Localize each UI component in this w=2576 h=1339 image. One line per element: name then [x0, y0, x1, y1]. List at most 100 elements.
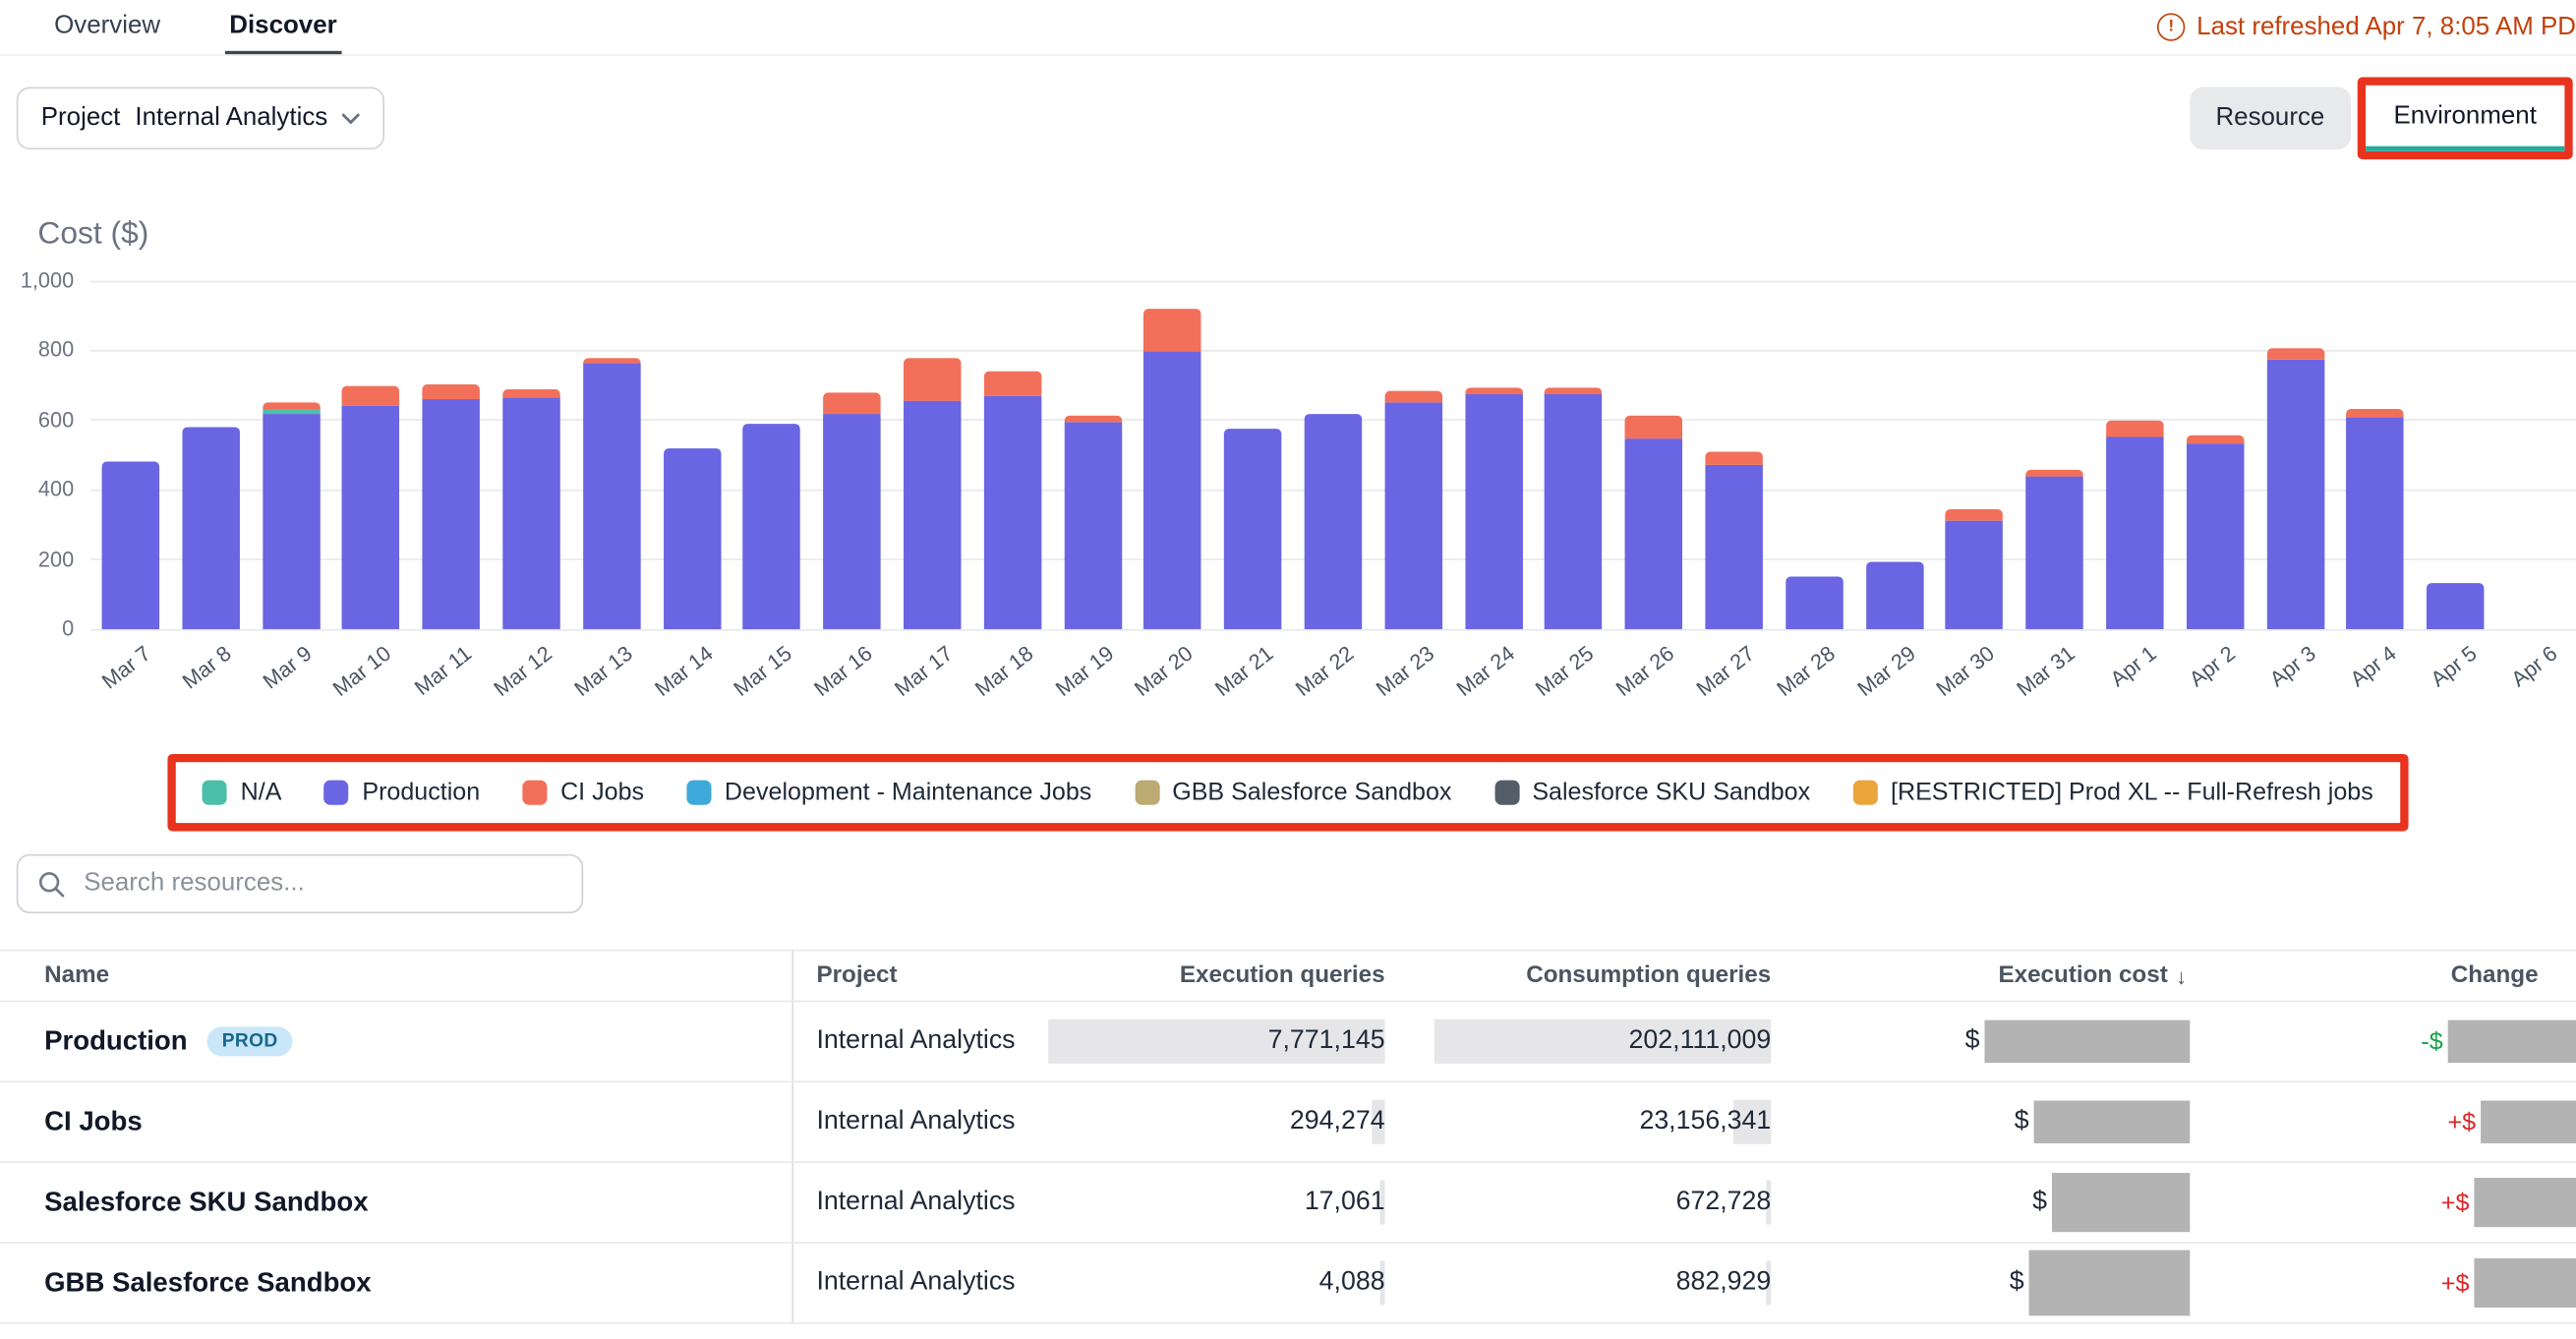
- bar-segment-production[interactable]: [663, 448, 720, 629]
- bar-segment-production[interactable]: [1705, 465, 1762, 628]
- bar-segment-production[interactable]: [904, 401, 961, 629]
- bar-segment-ci-jobs[interactable]: [263, 403, 320, 409]
- resource-name-link[interactable]: Salesforce SKU Sandbox: [44, 1187, 368, 1218]
- bar-segment-ci-jobs[interactable]: [502, 389, 559, 398]
- bar-segment-production[interactable]: [1305, 413, 1362, 629]
- bar-segment-production[interactable]: [1144, 352, 1201, 629]
- cost-currency-prefix: $: [2015, 1107, 2029, 1136]
- bar-segment-production[interactable]: [1946, 521, 2003, 629]
- bar-segment-ci-jobs[interactable]: [423, 383, 480, 399]
- x-tick-label: Mar 17: [890, 641, 958, 701]
- bar-segment-ci-jobs[interactable]: [823, 392, 880, 413]
- bar-segment-ci-jobs[interactable]: [2026, 469, 2083, 476]
- bar-segment-production[interactable]: [423, 399, 480, 629]
- column-header-execution-queries[interactable]: Execution queries: [1051, 951, 1388, 1000]
- legend-swatch: [324, 781, 349, 805]
- project-filter-dropdown[interactable]: Project Internal Analytics: [17, 87, 385, 149]
- resource-name-link[interactable]: GBB Salesforce Sandbox: [44, 1267, 371, 1299]
- bar-segment-production[interactable]: [2427, 584, 2484, 629]
- bar-segment-production[interactable]: [1786, 577, 1843, 629]
- bar-segment-production[interactable]: [263, 413, 320, 629]
- bar-segment-ci-jobs[interactable]: [342, 385, 399, 406]
- bar-segment-production[interactable]: [2106, 437, 2163, 629]
- x-tick-label: Mar 13: [569, 641, 637, 701]
- bar-segment-ci-jobs[interactable]: [1545, 387, 1602, 394]
- legend-item-gbb-salesforce-sandbox[interactable]: GBB Salesforce Sandbox: [1135, 779, 1452, 806]
- resource-button[interactable]: Resource: [2190, 87, 2351, 149]
- change-cell: +$: [2194, 1163, 2576, 1242]
- bar-segment-ci-jobs[interactable]: [983, 372, 1040, 396]
- column-header-execution-cost[interactable]: Execution cost↓: [1775, 951, 2194, 1000]
- resource-name-link[interactable]: Production: [44, 1025, 188, 1057]
- column-header-consumption-queries[interactable]: Consumption queries: [1388, 951, 1775, 1000]
- redacted-cost-value: [2052, 1173, 2190, 1232]
- bar-segment-ci-jobs[interactable]: [1144, 309, 1201, 352]
- project-value: Internal Analytics: [816, 1107, 1015, 1136]
- x-tick-label: Apr 3: [2265, 641, 2320, 692]
- search-input[interactable]: [81, 867, 562, 900]
- bar-segment-production[interactable]: [101, 462, 158, 629]
- bar-segment-ci-jobs[interactable]: [2187, 436, 2244, 442]
- table-row-salesforce-sku-sandbox[interactable]: Salesforce SKU SandboxInternal Analytics…: [0, 1163, 2576, 1244]
- bar-segment-production[interactable]: [2347, 417, 2404, 629]
- bar-segment-ci-jobs[interactable]: [1384, 390, 1441, 402]
- environment-button[interactable]: Environment: [2366, 86, 2564, 151]
- bar-segment-production[interactable]: [182, 428, 239, 629]
- bar-segment-n-a[interactable]: [263, 409, 320, 413]
- bar-segment-production[interactable]: [2187, 442, 2244, 628]
- bar-segment-production[interactable]: [823, 413, 880, 629]
- table-row-gbb-salesforce-sandbox[interactable]: GBB Salesforce Sandbox Internal Analytics…: [0, 1244, 2576, 1324]
- bar-segment-production[interactable]: [2266, 359, 2323, 629]
- bar-segment-production[interactable]: [502, 397, 559, 629]
- bar-segment-production[interactable]: [583, 363, 640, 629]
- legend-item-production[interactable]: Production: [324, 779, 480, 806]
- resource-name-cell: Salesforce SKU Sandbox: [0, 1163, 793, 1242]
- bar-segment-production[interactable]: [983, 396, 1040, 629]
- bar-segment-ci-jobs[interactable]: [2347, 410, 2404, 417]
- project-cell: Internal Analytics: [793, 1002, 1051, 1080]
- bar-segment-production[interactable]: [1064, 422, 1121, 629]
- bar-segment-production[interactable]: [1625, 439, 1682, 629]
- bar-segment-production[interactable]: [1384, 403, 1441, 629]
- x-tick-label: Apr 2: [2185, 641, 2240, 692]
- legend-item-n-a[interactable]: N/A: [203, 779, 281, 806]
- bar-segment-production[interactable]: [1465, 394, 1522, 629]
- bar-segment-ci-jobs[interactable]: [904, 358, 961, 401]
- bar-segment-ci-jobs[interactable]: [1625, 415, 1682, 439]
- legend-item-restricted-prod-xl-full-refresh-jobs[interactable]: [RESTRICTED] Prod XL -- Full-Refresh job…: [1853, 779, 2373, 806]
- bar-segment-production[interactable]: [1224, 429, 1281, 629]
- discover-page: Overview Discover ! Last refreshed Apr 7…: [0, 0, 2576, 1339]
- bar-segment-production[interactable]: [1545, 394, 1602, 629]
- x-tick-label: Mar 22: [1291, 641, 1359, 701]
- column-header-change[interactable]: Change: [2194, 951, 2576, 1000]
- column-header-name[interactable]: Name: [0, 951, 793, 1000]
- x-tick-label: Mar 14: [649, 641, 717, 701]
- search-resources-box[interactable]: [17, 854, 583, 913]
- bar-segment-ci-jobs[interactable]: [583, 359, 640, 363]
- y-axis: 02004006008001,000: [0, 281, 74, 629]
- bar-segment-production[interactable]: [743, 424, 800, 629]
- bar-segment-ci-jobs[interactable]: [1064, 415, 1121, 422]
- x-tick-label: Apr 1: [2105, 641, 2160, 692]
- consumption-queries-cell: 23,156,341: [1388, 1082, 1775, 1161]
- bar-segment-production[interactable]: [2026, 476, 2083, 629]
- table-row-production[interactable]: ProductionPRODInternal Analytics7,771,14…: [0, 1002, 2576, 1082]
- bar-segment-ci-jobs[interactable]: [2266, 349, 2323, 360]
- bar-segment-ci-jobs[interactable]: [1946, 509, 2003, 521]
- bar-segment-production[interactable]: [1866, 561, 1923, 629]
- legend-item-ci-jobs[interactable]: CI Jobs: [523, 779, 644, 806]
- bar-segment-production[interactable]: [342, 406, 399, 629]
- tab-overview[interactable]: Overview: [49, 0, 165, 54]
- bar-segment-ci-jobs[interactable]: [1705, 451, 1762, 465]
- resource-name-link[interactable]: CI Jobs: [44, 1106, 143, 1137]
- column-header-project[interactable]: Project: [793, 951, 1051, 1000]
- table-row-ci-jobs[interactable]: CI JobsInternal Analytics294,27423,156,3…: [0, 1082, 2576, 1163]
- tab-discover[interactable]: Discover: [224, 0, 341, 54]
- legend-item-salesforce-sku-sandbox[interactable]: Salesforce SKU Sandbox: [1494, 779, 1810, 806]
- redacted-change-value: [2448, 1020, 2576, 1063]
- legend-item-development-maintenance-jobs[interactable]: Development - Maintenance Jobs: [686, 779, 1091, 806]
- project-value: Internal Analytics: [816, 1268, 1015, 1298]
- bar-segment-ci-jobs[interactable]: [1465, 387, 1522, 394]
- top-tab-bar: Overview Discover ! Last refreshed Apr 7…: [0, 0, 2576, 56]
- bar-segment-ci-jobs[interactable]: [2106, 420, 2163, 437]
